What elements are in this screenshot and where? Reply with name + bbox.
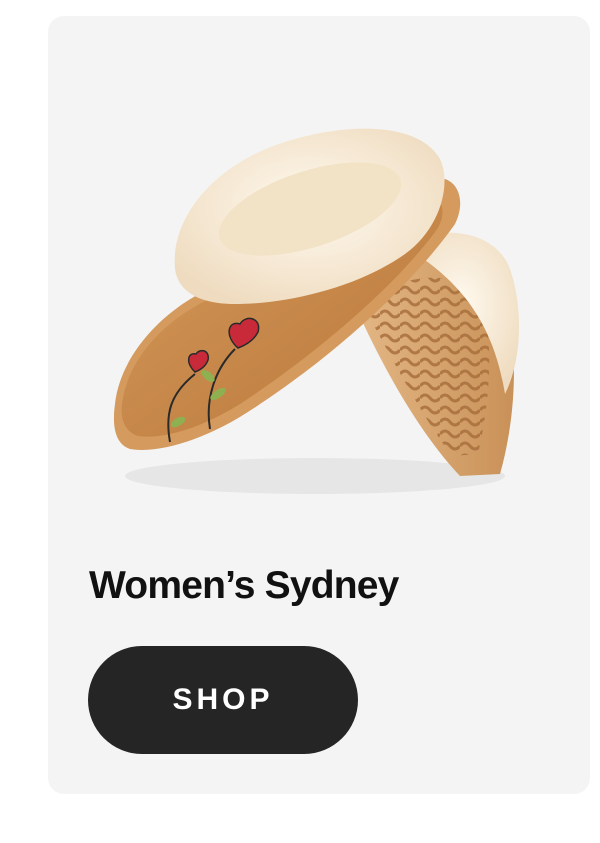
shop-button[interactable]: SHOP [88, 646, 358, 754]
product-card[interactable]: Women’s Sydney SHOP [48, 16, 590, 794]
product-title: Women’s Sydney [89, 564, 399, 607]
slipper-image[interactable] [100, 104, 530, 504]
